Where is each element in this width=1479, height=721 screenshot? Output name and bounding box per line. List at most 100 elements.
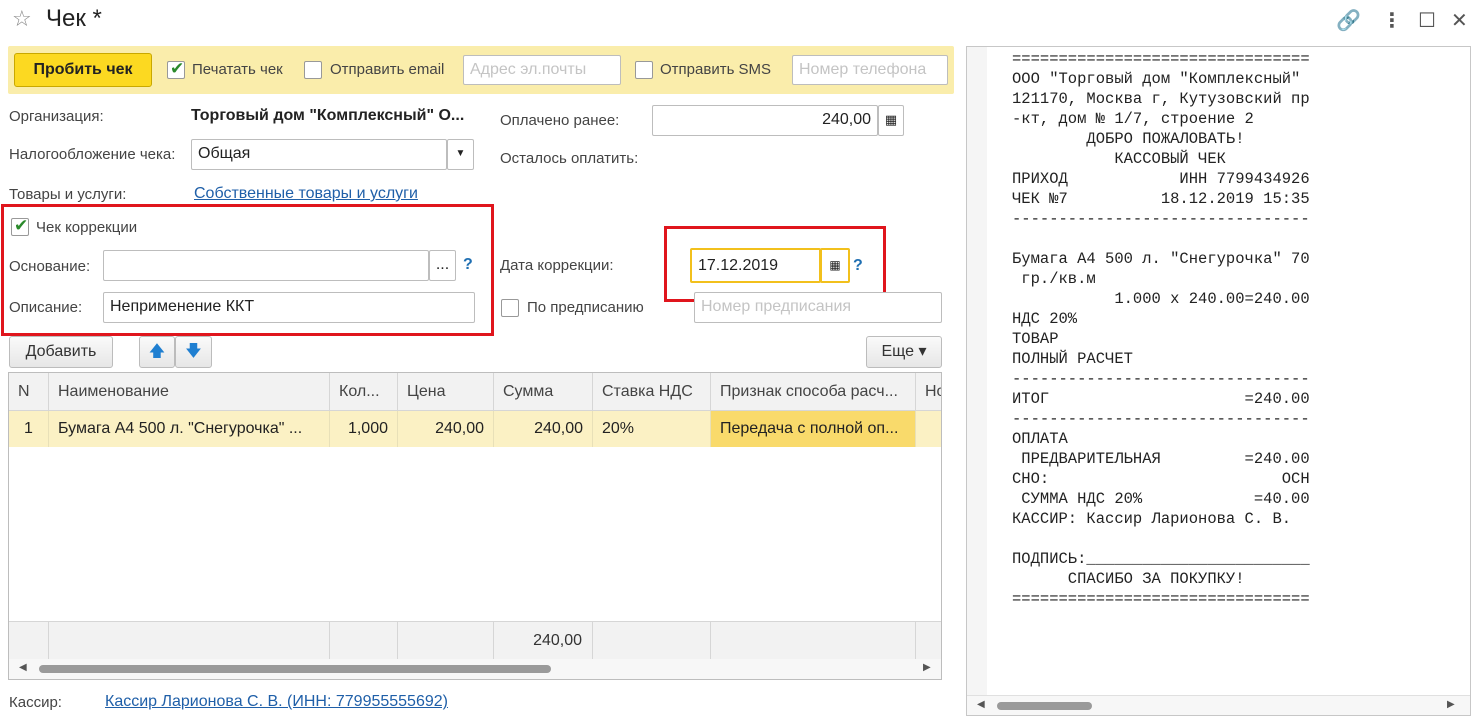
print-receipt-label: Печатать чек (192, 61, 283, 78)
more-button[interactable]: Еще ▾ (866, 336, 942, 368)
date-help-icon[interactable]: ? (853, 257, 863, 275)
prescription-checkbox[interactable] (501, 299, 519, 317)
receipt-text: ================================ ООО "Тор… (1012, 49, 1310, 609)
goods-table: N Наименование Кол... Цена Сумма Ставка … (8, 372, 942, 680)
receipt-line: гр./кв.м (1012, 270, 1096, 288)
tax-select[interactable]: Общая (191, 139, 447, 170)
receipt-line: 121170, Москва г, Кутузовский пр (1012, 90, 1310, 108)
more-menu-icon[interactable]: ⋮ (1382, 8, 1402, 33)
scrollbar-thumb[interactable] (39, 665, 551, 673)
remain-label: Осталось оплатить: (500, 150, 639, 167)
scroll-left-icon[interactable]: ◀ (19, 662, 27, 673)
scroll-right-icon[interactable]: ▶ (923, 662, 931, 673)
receipt-line: ООО "Торговый дом "Комплексный" (1012, 70, 1301, 88)
select-ellipsis-button[interactable]: ... (429, 250, 456, 281)
cashier-link[interactable]: Кассир Ларионова С. В. (ИНН: 77995555569… (105, 693, 448, 711)
scroll-left-icon[interactable]: ◀ (977, 699, 985, 710)
receipt-line: ОПЛАТА (1012, 430, 1068, 448)
receipt-line: КАССИР: Кассир Ларионова С. В. (1012, 510, 1292, 528)
window-title: Чек * (46, 5, 102, 32)
move-up-icon[interactable]: 🡅 (139, 336, 175, 368)
receipt-line: 1.000 x 240.00=240.00 (1012, 290, 1310, 308)
phone-field[interactable]: Номер телефона (792, 55, 948, 85)
punch-receipt-button[interactable]: Пробить чек (14, 53, 152, 87)
move-down-icon[interactable]: 🡇 (175, 336, 212, 368)
desc-field[interactable]: Неприменение ККТ (103, 292, 475, 323)
col-header-extra[interactable]: Но (916, 373, 941, 411)
col-header-qty[interactable]: Кол... (330, 373, 398, 411)
receipt-line (1012, 229, 1310, 249)
chevron-down-icon[interactable]: ▼ (447, 139, 474, 170)
title-bar: ☆ Чек * 🔗 ⋮ ☐ ✕ (0, 0, 1479, 40)
receipt-line: ТОВАР (1012, 330, 1059, 348)
horizontal-scrollbar[interactable]: ◀ ▶ (9, 659, 941, 679)
scroll-right-icon[interactable]: ▶ (1447, 699, 1455, 710)
cell-extra[interactable] (916, 411, 941, 447)
paid-label: Оплачено ранее: (500, 112, 620, 129)
footer-cell (9, 621, 49, 659)
correction-checkbox[interactable] (11, 216, 29, 236)
close-icon[interactable]: ✕ (1451, 8, 1468, 33)
goods-label: Товары и услуги: (9, 186, 127, 203)
add-button[interactable]: Добавить (9, 336, 113, 368)
calculator-icon[interactable]: ▦ (878, 105, 904, 136)
basis-field[interactable] (103, 250, 429, 281)
footer-cell (916, 621, 941, 659)
receipt-line: -кт, дом № 1/7, строение 2 (1012, 110, 1254, 128)
cell-vat[interactable]: 20% (593, 411, 711, 447)
receipt-line: -------------------------------- (1012, 210, 1310, 228)
receipt-line: КАССОВЫЙ ЧЕК (1012, 150, 1226, 168)
cell-name[interactable]: Бумага А4 500 л. "Снегурочка" ... (49, 411, 330, 447)
send-email-checkbox[interactable] (304, 61, 322, 79)
calendar-icon[interactable]: ▦ (820, 248, 850, 283)
receipt-line (1012, 529, 1310, 549)
col-header-name[interactable]: Наименование (49, 373, 330, 411)
receipt-line: ================================ (1012, 50, 1310, 68)
cell-n[interactable]: 1 (9, 411, 49, 447)
corr-date-field[interactable]: 17.12.2019 (690, 248, 821, 283)
favorite-star-icon[interactable]: ☆ (12, 6, 32, 32)
tax-label: Налогообложение чека: (9, 146, 176, 163)
col-header-n[interactable]: N (9, 373, 49, 411)
email-field[interactable]: Адрес эл.почты (463, 55, 621, 85)
footer-cell (330, 621, 398, 659)
cell-qty[interactable]: 1,000 (330, 411, 398, 447)
cell-price[interactable]: 240,00 (398, 411, 494, 447)
basis-label: Основание: (9, 258, 91, 275)
paid-field[interactable]: 240,00 (652, 105, 878, 136)
receipt-line: НДС 20% (1012, 310, 1078, 328)
receipt-scrollbar[interactable]: ◀ ▶ (967, 695, 1470, 715)
goods-link[interactable]: Собственные товары и услуги (194, 185, 418, 203)
cell-sum[interactable]: 240,00 (494, 411, 593, 447)
receipt-margin (967, 47, 987, 697)
receipt-line: ================================ (1012, 590, 1310, 608)
org-label: Организация: (9, 108, 104, 125)
col-header-vat[interactable]: Ставка НДС (593, 373, 711, 411)
col-header-payment-method[interactable]: Признак способа расч... (711, 373, 916, 411)
col-header-price[interactable]: Цена (398, 373, 494, 411)
send-sms-checkbox[interactable] (635, 61, 653, 79)
org-value[interactable]: Торговый дом "Комплексный" О... (191, 107, 464, 125)
cell-payment-method[interactable]: Передача с полной оп... (711, 411, 916, 447)
footer-cell (49, 621, 330, 659)
prescription-field[interactable]: Номер предписания (694, 292, 942, 323)
receipt-line: ПРИХОД ИНН 7799434926 (1012, 170, 1310, 188)
footer-cell (711, 621, 916, 659)
receipt-preview: ================================ ООО "Тор… (966, 46, 1471, 716)
receipt-line: ДОБРО ПОЖАЛОВАТЬ! (1012, 130, 1245, 148)
corr-date-label: Дата коррекции: (500, 257, 614, 274)
col-header-sum[interactable]: Сумма (494, 373, 593, 411)
link-icon[interactable]: 🔗 (1336, 8, 1361, 33)
scrollbar-thumb[interactable] (997, 702, 1092, 710)
maximize-icon[interactable]: ☐ (1418, 8, 1436, 33)
help-icon[interactable]: ? (463, 256, 473, 274)
print-receipt-checkbox[interactable] (167, 59, 185, 79)
cashier-label: Кассир: (9, 694, 62, 711)
desc-label: Описание: (9, 299, 83, 316)
footer-cell (398, 621, 494, 659)
receipt-line: СПАСИБО ЗА ПОКУПКУ! (1012, 570, 1245, 588)
correction-label: Чек коррекции (36, 219, 138, 236)
footer-cell (593, 621, 711, 659)
prescription-label: По предписанию (527, 299, 644, 316)
receipt-line: СУММА НДС 20% =40.00 (1012, 490, 1310, 508)
